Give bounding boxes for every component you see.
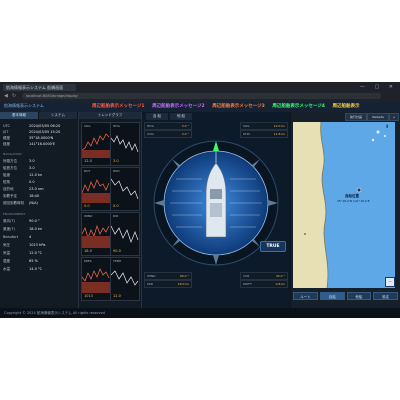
nav-row: 到着予定 18:40 xyxy=(3,194,40,198)
trend-graph[interactable]: HDG 3.0 xyxy=(110,122,140,166)
back-icon[interactable]: ◀ xyxy=(4,93,8,99)
message-5: 周辺船舶表示 xyxy=(332,104,360,109)
tab-system[interactable]: システム xyxy=(39,112,78,119)
info-row: 経度 141°16.0000'E xyxy=(3,142,56,146)
ship-position-coords: 35°18.0'N 141°16.0'E xyxy=(337,199,370,203)
nav-row: 舵角 0.0 xyxy=(3,180,35,184)
section-navigation: NAVIGATION xyxy=(3,152,22,156)
trend-graph[interactable]: DIR 90.0 xyxy=(110,212,140,256)
env-row: Beaufort 4 xyxy=(3,235,32,239)
sea-chart-map[interactable]: 自船位置 35°18.0'N 141°16.0'E ⬆ − xyxy=(293,122,395,288)
env-row: 風速(T) 18.0 kn xyxy=(3,227,43,231)
other-ships-button[interactable]: 他船 xyxy=(346,292,372,300)
nav-row: 針路方位 3.0 xyxy=(3,159,35,163)
message-ticker: 周辺船舶表示メッセージ1 周辺船舶表示メッセージ2 周辺船舶表示メッセージ3 周… xyxy=(92,103,366,109)
tab-other-ship[interactable]: 他 船 xyxy=(170,113,192,120)
nav-row: 目的地 23.0 nm xyxy=(3,187,44,191)
info-box: WIND 90.0 ° xyxy=(144,272,192,280)
info-row: JST 2024/03/05 15:20 xyxy=(3,130,61,134)
trend-graph[interactable]: RUD 0.0 xyxy=(110,167,140,211)
trend-graph[interactable]: TEMP 12.0 xyxy=(110,257,140,301)
info-panel: 基本情報 システム UTC 2024/03/05 06:20 JST 2024/03… xyxy=(0,112,79,308)
own-ship-button[interactable]: 自船 xyxy=(319,292,345,300)
app-header: 航海情報表示システム 周辺船舶表示メッセージ1 周辺船舶表示メッセージ2 周辺船… xyxy=(0,102,400,112)
info-box: HDG 3.0 ° xyxy=(144,122,192,130)
info-row: 緯度 35°18.0000'N xyxy=(3,136,54,140)
info-row: UTC 2024/03/05 06:20 xyxy=(3,124,61,128)
env-row: 気温 12.0 °C xyxy=(3,251,43,255)
tab-trend-graph[interactable]: トレンドグラフ xyxy=(79,112,141,119)
north-arrow-icon: ⬆ xyxy=(385,124,390,130)
info-box: SPD 18.0 kn xyxy=(144,280,192,288)
zoom-in-button[interactable]: + xyxy=(389,113,399,121)
footer-copyright: Copyright © 2024 航海情報表示システム All rights r… xyxy=(0,308,400,318)
address-bar[interactable]: localhost:8080/bridge/display xyxy=(22,93,381,99)
message-1: 周辺船舶表示メッセージ1 xyxy=(92,104,145,109)
message-3: 周辺船舶表示メッセージ3 xyxy=(212,104,265,109)
app-screen: 航海情報表示システム 船橋画面 — ▢ ✕ ◀ ↻ localhost:8080… xyxy=(0,82,400,318)
info-box: SOG 12.0 kn xyxy=(240,122,288,130)
window-controls[interactable]: — ▢ ✕ xyxy=(360,84,397,90)
map-toolbar: 航行計画 Website + xyxy=(293,113,399,121)
trend-graph[interactable]: WIND 18.0 xyxy=(81,212,111,256)
map-mode-buttons: ルート 自船 他船 設定 xyxy=(293,292,398,300)
env-row: 水温 14.0 °C xyxy=(3,267,43,271)
route-button[interactable]: ルート xyxy=(293,292,318,300)
browser-chrome: 航海情報表示システム 船橋画面 — ▢ ✕ ◀ ↻ localhost:8080… xyxy=(0,82,400,102)
env-row: 気圧 1013 hPa xyxy=(3,243,46,247)
message-2: 周辺船舶表示メッセージ2 xyxy=(152,104,205,109)
nav-row: 船速 12.0 kn xyxy=(3,173,43,177)
env-row: 湿度 65 % xyxy=(3,259,38,263)
trend-graph[interactable]: ROT 0.0 xyxy=(81,167,111,211)
route-plan-button[interactable]: 航行計画 xyxy=(345,113,367,121)
zoom-out-button[interactable]: − xyxy=(385,277,395,287)
message-4: 周辺船舶表示メッセージ4 xyxy=(272,104,325,109)
tab-own-ship[interactable]: 自 船 xyxy=(146,113,168,120)
env-row: 風向(T) 90.0 ° xyxy=(3,219,40,223)
info-box: COG 3.0 ° xyxy=(144,130,192,138)
trend-graph[interactable]: SOG 12.0 xyxy=(81,122,111,166)
section-environment: ENVIRONMENT xyxy=(3,212,26,216)
nav-row: 前回到着時刻 (N/A) xyxy=(3,201,38,205)
map-panel: 航行計画 Website + 自船位置 35°18.0'N 141°16.0'E… xyxy=(291,112,400,308)
trend-graph[interactable]: PRES 1013 xyxy=(81,257,111,301)
map-source-select[interactable]: Website xyxy=(367,113,389,121)
nav-row: 船首方位 3.0 xyxy=(3,166,35,170)
app-title: 航海情報表示システム xyxy=(4,103,44,108)
info-box: STW 11.8 kn xyxy=(240,130,288,138)
tab-basic-info[interactable]: 基本情報 xyxy=(0,112,39,119)
browser-tab[interactable]: 航海情報表示システム 船橋画面 xyxy=(3,84,76,91)
true-mode-button[interactable]: TRUE xyxy=(260,241,286,252)
compass-panel: 自 船 他 船 HDG 3.0 ° COG 3.0 ° SOG 12.0 kn STW… xyxy=(142,112,290,308)
trend-panel: トレンドグラフ SOG 12.0 HDG 3.0 ROT 0.0 RUD 0.0… xyxy=(79,112,142,308)
settings-button[interactable]: 設定 xyxy=(373,292,398,300)
info-box: CUR 45.0 ° xyxy=(240,272,288,280)
info-box: DRIFT 0.8 kn xyxy=(240,280,288,288)
reload-icon[interactable]: ↻ xyxy=(12,93,16,99)
